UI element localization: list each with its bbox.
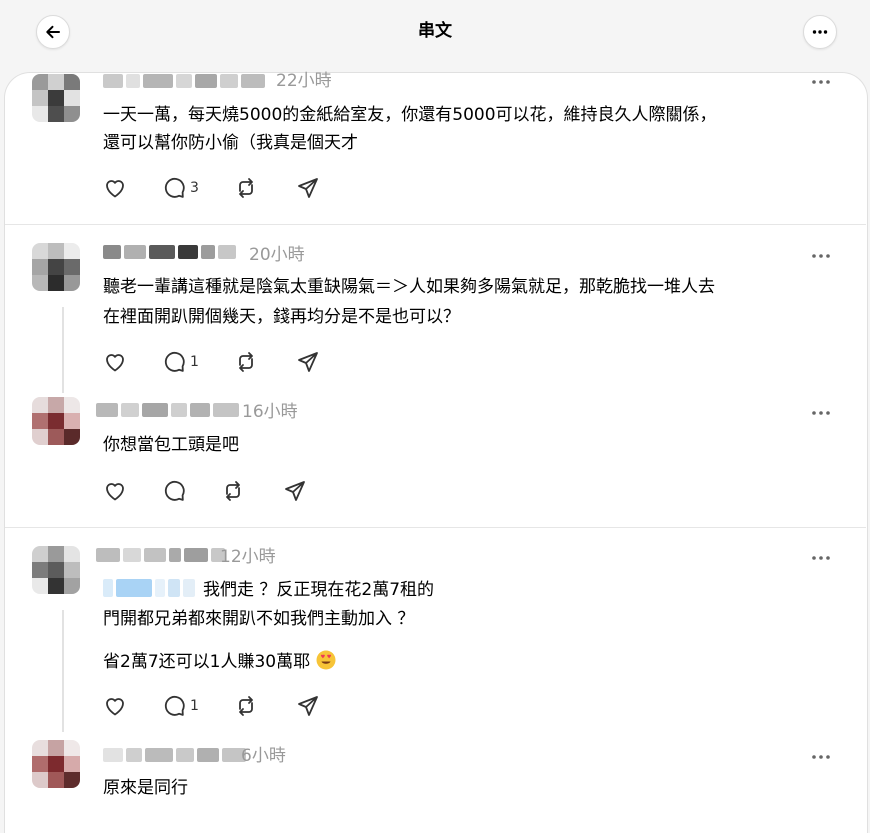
post-text-segment: 省2萬7还可以1人賺30萬耶 — [103, 652, 311, 672]
heart-eyes-emoji-icon — [316, 650, 335, 670]
more-icon[interactable] — [811, 253, 831, 259]
heart-icon — [106, 698, 124, 716]
more-icon[interactable] — [811, 79, 831, 85]
share-button[interactable] — [283, 479, 307, 503]
post-text-line: 你想當包工頭是吧 — [103, 435, 239, 455]
heart-icon — [106, 354, 124, 372]
comment-button[interactable]: 1 — [162, 694, 199, 718]
repost-icon — [239, 352, 253, 372]
repost-icon — [239, 178, 253, 198]
post-actions: 1 — [103, 350, 363, 376]
username-redacted[interactable] — [103, 746, 246, 764]
avatar[interactable] — [32, 397, 80, 445]
post-time[interactable]: 20小時 — [249, 245, 305, 265]
post-text-line: 聽老一輩講這種就是陰氣太重缺陽氣＝＞人如果夠多陽氣就足，那乾脆找一堆人去 — [103, 277, 715, 297]
post-actions — [103, 479, 363, 505]
avatar[interactable] — [32, 74, 80, 122]
repost-icon — [239, 696, 253, 716]
like-button[interactable] — [103, 176, 127, 200]
more-icon[interactable] — [811, 410, 831, 416]
avatar[interactable] — [32, 546, 80, 594]
share-button[interactable] — [296, 176, 320, 200]
like-button[interactable] — [103, 479, 127, 503]
thread-connector — [62, 610, 64, 732]
post-text-line: 省2萬7还可以1人賺30萬耶 — [103, 648, 336, 676]
more-icon[interactable] — [811, 555, 831, 561]
post-actions: 3 — [103, 176, 363, 202]
avatar[interactable] — [32, 243, 80, 291]
comment-icon — [164, 480, 185, 501]
username-redacted[interactable] — [96, 401, 239, 419]
post-time[interactable]: 22小時 — [276, 71, 332, 91]
post-text-line: 原來是同行 — [103, 778, 188, 798]
like-button[interactable] — [103, 350, 127, 374]
post-text-line: 我們走 ？反正現在花2萬7租的 — [203, 580, 435, 600]
share-icon — [285, 481, 305, 501]
reply-count: 1 — [190, 354, 199, 370]
post-text-line: 在裡面開趴開個幾天，錢再均分是不是也可以？ — [103, 307, 460, 327]
username-redacted[interactable] — [96, 546, 225, 564]
post-time[interactable]: 12小時 — [220, 547, 276, 567]
page-title: 串文 — [418, 21, 452, 41]
share-button[interactable] — [296, 694, 320, 718]
thread-connector — [62, 307, 64, 393]
comment-icon — [164, 177, 185, 198]
username-redacted[interactable] — [103, 243, 236, 261]
reply-count: 1 — [190, 698, 199, 714]
post-divider — [5, 527, 866, 528]
comment-button[interactable]: 1 — [162, 350, 199, 374]
more-icon[interactable] — [811, 754, 831, 760]
post-time[interactable]: 6小時 — [241, 746, 286, 766]
comment-button[interactable] — [162, 479, 186, 503]
share-button[interactable] — [296, 350, 320, 374]
comment-icon — [164, 351, 185, 372]
mention-redacted[interactable] — [103, 579, 195, 597]
heart-icon — [106, 483, 124, 501]
post-text-line: 門開都兄弟都來開趴不如我們主動加入 ？ — [103, 609, 415, 629]
username-redacted[interactable] — [103, 72, 265, 90]
post-actions: 1 — [103, 694, 363, 720]
repost-button[interactable] — [234, 694, 258, 718]
share-icon — [298, 696, 318, 716]
comment-icon — [164, 695, 185, 716]
more-options-button[interactable] — [803, 15, 837, 49]
post-text-line: 一天一萬，每天燒5000的金紙給室友，你還有5000可以花，維持良久人際關係， — [103, 105, 717, 125]
reply-count: 3 — [190, 180, 199, 196]
post-text-line: 還可以幫你防小偷（我真是個天才 — [103, 133, 358, 153]
repost-button[interactable] — [234, 350, 258, 374]
repost-icon — [226, 481, 240, 501]
share-icon — [298, 352, 318, 372]
post-time[interactable]: 16小時 — [242, 402, 298, 422]
share-icon — [298, 178, 318, 198]
repost-button[interactable] — [234, 176, 258, 200]
heart-icon — [106, 180, 124, 198]
repost-button[interactable] — [221, 479, 245, 503]
comment-button[interactable]: 3 — [162, 176, 199, 200]
like-button[interactable] — [103, 694, 127, 718]
avatar[interactable] — [32, 740, 80, 788]
post-divider — [5, 224, 866, 225]
more-horizontal-icon — [812, 30, 828, 34]
